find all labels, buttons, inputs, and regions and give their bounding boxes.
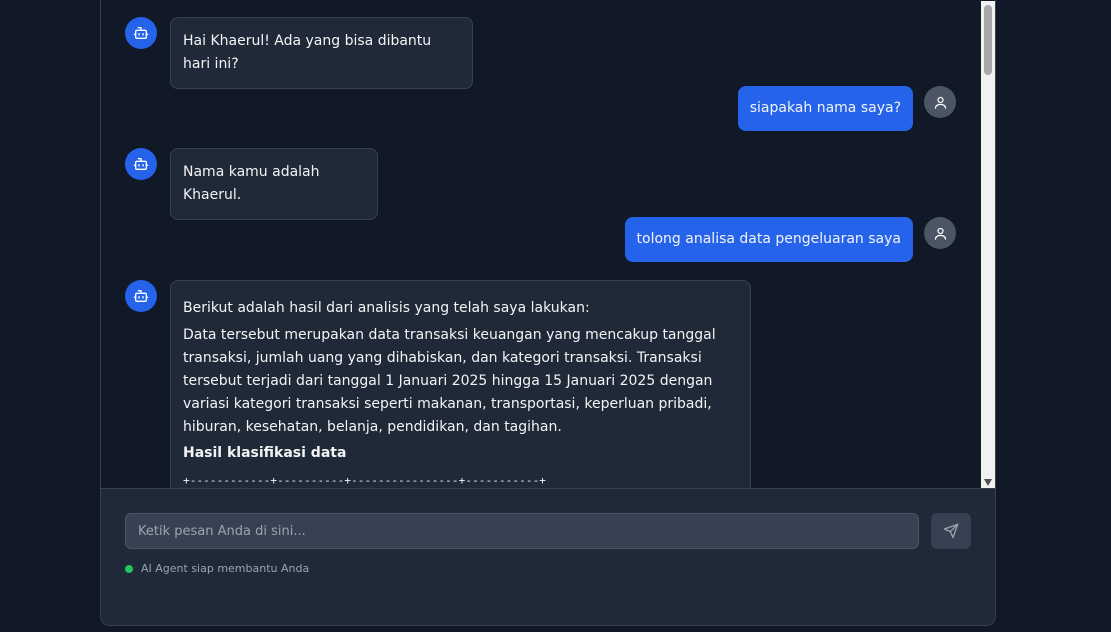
user-message-text: tolong analisa data pengeluaran saya bbox=[636, 231, 901, 247]
send-icon bbox=[943, 523, 959, 539]
user-avatar bbox=[924, 86, 956, 118]
analysis-table-border: +------------+----------+---------------… bbox=[183, 474, 547, 487]
bot-avatar bbox=[125, 17, 157, 49]
scrollbar-thumb[interactable] bbox=[984, 5, 992, 75]
chat-window: Hai Khaerul! Ada yang bisa dibantu hari … bbox=[100, 0, 996, 626]
robot-icon bbox=[133, 27, 149, 39]
send-button[interactable] bbox=[931, 513, 971, 549]
analysis-intro: Berikut adalah hasil dari analisis yang … bbox=[183, 300, 590, 316]
status-text: AI Agent siap membantu Anda bbox=[141, 562, 310, 575]
message-input[interactable] bbox=[125, 513, 919, 549]
user-message-bubble: tolong analisa data pengeluaran saya bbox=[624, 217, 913, 262]
user-message-bubble: siapakah nama saya? bbox=[737, 86, 913, 131]
bot-message-text: Hai Khaerul! Ada yang bisa dibantu hari … bbox=[183, 33, 432, 72]
message-list: Hai Khaerul! Ada yang bisa dibantu hari … bbox=[101, 1, 981, 488]
robot-icon bbox=[133, 290, 149, 302]
scroll-down-arrow-icon[interactable] bbox=[984, 479, 992, 486]
bot-message-bubble: Nama kamu adalah Khaerul. bbox=[170, 148, 378, 220]
bot-avatar bbox=[125, 148, 157, 180]
user-icon bbox=[934, 96, 946, 109]
message-scrollbar[interactable] bbox=[981, 1, 995, 488]
robot-icon bbox=[133, 158, 149, 170]
composer: AI Agent siap membantu Anda bbox=[101, 488, 995, 625]
user-icon bbox=[934, 227, 946, 240]
user-avatar bbox=[924, 217, 956, 249]
analysis-heading: Hasil klasifikasi data bbox=[183, 445, 347, 461]
status-indicator-icon bbox=[125, 564, 133, 573]
agent-status: AI Agent siap membantu Anda bbox=[125, 562, 309, 575]
user-message-text: siapakah nama saya? bbox=[749, 100, 901, 116]
bot-message-bubble: Berikut adalah hasil dari analisis yang … bbox=[170, 280, 751, 488]
bot-message-bubble: Hai Khaerul! Ada yang bisa dibantu hari … bbox=[170, 17, 473, 89]
bot-avatar bbox=[125, 280, 157, 312]
bot-message-text: Nama kamu adalah Khaerul. bbox=[183, 164, 320, 203]
analysis-body: Data tersebut merupakan data transaksi k… bbox=[183, 327, 716, 435]
